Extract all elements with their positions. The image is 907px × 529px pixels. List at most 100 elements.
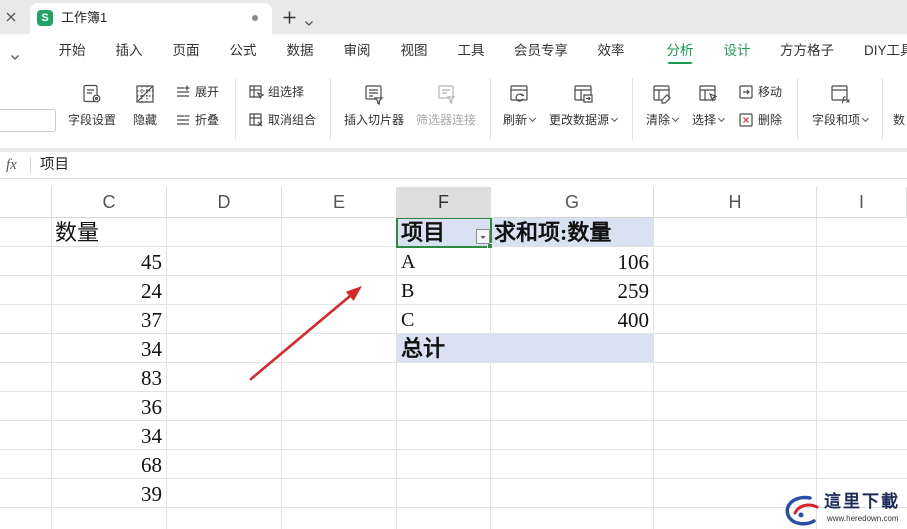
pivot-grand-total-value[interactable] — [491, 334, 653, 362]
insert-slicer-icon — [363, 83, 385, 105]
pivot-grand-total-label[interactable]: 总计 — [397, 334, 491, 362]
column-header-h[interactable]: H — [654, 187, 817, 217]
cell-c-value[interactable]: 34 — [52, 334, 166, 362]
delete-label: 删除 — [758, 113, 783, 127]
cell-c-value[interactable]: 39 — [52, 479, 166, 507]
chevron-down-icon[interactable] — [10, 48, 20, 60]
field-settings-button[interactable]: 字段设置 — [64, 76, 120, 134]
hide-icon — [134, 83, 156, 105]
hide-button[interactable]: 隐藏 — [127, 76, 163, 134]
fields-items-icon — [829, 83, 851, 105]
cell-c-value[interactable]: 24 — [52, 276, 166, 304]
pivot-row-sum[interactable]: 259 — [491, 276, 653, 304]
delete-button[interactable]: 删除 — [738, 112, 782, 128]
menu-tab-tools[interactable]: 工具 — [458, 41, 485, 61]
unsaved-dot-icon — [252, 15, 258, 21]
collapse-button[interactable]: 折叠 — [175, 112, 219, 128]
select-button[interactable]: 选择 — [688, 76, 728, 134]
tab-bar: S 工作簿1 — [0, 0, 907, 34]
dropdown-caret-icon — [717, 114, 726, 123]
ungroup-button[interactable]: 取消组合 — [248, 112, 316, 128]
pivot-row-item[interactable]: C — [397, 305, 491, 333]
expand-icon — [175, 84, 191, 100]
column-header-b[interactable] — [0, 187, 52, 217]
tab-title: 工作簿1 — [61, 10, 108, 25]
watermark-url: www.heredown.com — [827, 514, 899, 523]
pivot-row-item[interactable]: A — [397, 247, 491, 275]
menu-tab-analyze[interactable]: 分析 — [667, 41, 694, 61]
refresh-label: 刷新 — [497, 112, 541, 128]
pivot-row-item[interactable]: B — [397, 276, 491, 304]
expand-label: 展开 — [195, 85, 220, 99]
collapse-icon — [175, 112, 191, 128]
menu-tab-design[interactable]: 设计 — [724, 41, 751, 61]
pivot-table-name-input[interactable] — [0, 109, 56, 132]
pivot-row-sum[interactable]: 106 — [491, 247, 653, 275]
menu-tab-review[interactable]: 审阅 — [344, 41, 371, 61]
cell-c-value[interactable]: 34 — [52, 421, 166, 449]
change-data-source-button[interactable]: 更改数据源 — [545, 76, 621, 134]
ribbon-analyze: 字段设置 隐藏 展开 折叠 组选择 取消组合 插入切片器 筛选器连接 刷新 更改… — [0, 68, 907, 148]
dropdown-caret-icon — [528, 114, 537, 123]
column-header-e[interactable]: E — [282, 187, 397, 217]
formula-bar-separator — [30, 157, 31, 173]
delete-icon — [738, 112, 754, 128]
pivot-value-header[interactable]: 求和项:数量 — [491, 218, 653, 246]
tab-workbook[interactable]: S 工作簿1 — [30, 3, 272, 34]
formula-bar: fx 项目 — [0, 152, 907, 179]
ribbon-overflow-label[interactable]: 数 — [893, 112, 907, 128]
pivot-row-sum[interactable]: 400 — [491, 305, 653, 333]
menu-tab-diy-tools[interactable]: DIY工具 — [864, 41, 907, 61]
formula-input[interactable]: 项目 — [40, 155, 69, 175]
cell-c-value[interactable]: 36 — [52, 392, 166, 420]
filter-connections-label: 筛选器连接 — [415, 113, 476, 127]
expand-button[interactable]: 展开 — [175, 84, 219, 100]
ribbon-separator — [235, 78, 236, 140]
gridline-vertical — [816, 218, 817, 529]
worksheet-grid[interactable]: 数量 45 24 37 34 83 36 34 68 39 项目 求和项:数量 … — [0, 218, 907, 529]
column-header-c[interactable]: C — [52, 187, 167, 217]
menu-tab-formulas[interactable]: 公式 — [230, 41, 257, 61]
menu-tab-insert[interactable]: 插入 — [116, 41, 143, 61]
fx-icon[interactable]: fx — [6, 156, 17, 174]
cell-c-value[interactable]: 68 — [52, 450, 166, 478]
watermark-name: 這里下載 — [824, 492, 900, 512]
cell-c-value[interactable]: 37 — [52, 305, 166, 333]
menu-tab-view[interactable]: 视图 — [401, 41, 428, 61]
cell-c-header[interactable]: 数量 — [52, 218, 166, 246]
dropdown-caret-icon — [610, 114, 619, 123]
move-label: 移动 — [758, 85, 783, 99]
refresh-button[interactable]: 刷新 — [497, 76, 541, 134]
column-header-f[interactable]: F — [397, 187, 491, 217]
menu-tab-fangfang-gezi[interactable]: 方方格子 — [780, 41, 834, 61]
menu-bar: 开始 插入 页面 公式 数据 审阅 视图 工具 会员专享 效率 分析 设计 方方… — [0, 34, 907, 68]
chevron-down-icon[interactable] — [304, 14, 314, 26]
menu-tab-data[interactable]: 数据 — [287, 41, 314, 61]
close-icon[interactable] — [4, 10, 18, 24]
select-label: 选择 — [688, 112, 728, 128]
ribbon-separator — [882, 78, 883, 140]
ribbon-separator — [797, 78, 798, 140]
menu-tab-efficiency[interactable]: 效率 — [598, 41, 625, 61]
column-header-i[interactable]: I — [817, 187, 907, 217]
menu-tab-member[interactable]: 会员专享 — [514, 41, 568, 61]
column-header-g[interactable]: G — [491, 187, 654, 217]
column-header-d[interactable]: D — [167, 187, 282, 217]
menu-tab-page[interactable]: 页面 — [173, 41, 200, 61]
select-label-text: 选择 — [691, 113, 716, 127]
cell-c-value[interactable]: 83 — [52, 363, 166, 391]
cell-c-value[interactable]: 45 — [52, 247, 166, 275]
insert-slicer-label: 插入切片器 — [343, 113, 404, 127]
group-selection-button[interactable]: 组选择 — [248, 84, 304, 100]
change-data-source-icon — [572, 83, 594, 105]
fields-items-button[interactable]: 字段和项 — [808, 76, 872, 134]
pivot-filter-dropdown-button[interactable] — [476, 229, 490, 244]
move-button[interactable]: 移动 — [738, 84, 782, 100]
plus-icon[interactable] — [282, 10, 297, 25]
clear-icon — [651, 83, 673, 105]
insert-slicer-button[interactable]: 插入切片器 — [340, 76, 408, 134]
collapse-label: 折叠 — [195, 113, 220, 127]
clear-button[interactable]: 清除 — [642, 76, 682, 134]
select-icon — [697, 83, 719, 105]
menu-tab-home[interactable]: 开始 — [59, 41, 86, 61]
